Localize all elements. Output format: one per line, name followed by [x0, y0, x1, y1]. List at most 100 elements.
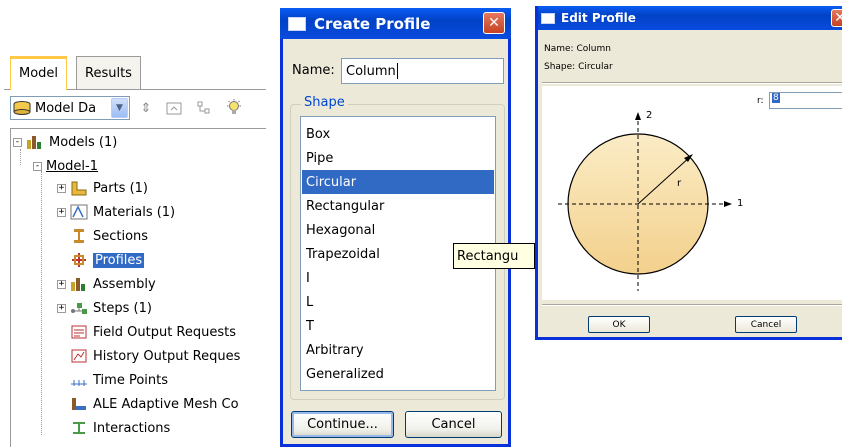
- model-tree-toolbar: Model Da ▼ ⇕: [10, 96, 266, 122]
- model-database-icon: [13, 101, 33, 115]
- materials-icon: [70, 204, 88, 220]
- time-points-icon: [70, 372, 88, 388]
- tree-node-label: Profiles: [93, 252, 145, 268]
- tree-node-field-output-requests[interactable]: Field Output Requests: [70, 321, 236, 343]
- shape-option[interactable]: L: [302, 290, 494, 314]
- profiles-icon: [70, 252, 88, 268]
- text-cursor: [396, 63, 398, 79]
- axis-1-arrow: [724, 201, 732, 207]
- interactions-icon: [70, 420, 88, 436]
- tree-connector: [41, 171, 42, 435]
- tab-results[interactable]: Results: [76, 56, 141, 89]
- tree-node-history-output-requests[interactable]: History Output Reques: [70, 345, 240, 367]
- profile-name-input[interactable]: Column: [341, 58, 504, 84]
- up-down-arrows-icon[interactable]: ⇕: [136, 98, 156, 118]
- sections-icon: [70, 228, 88, 244]
- radius-label: r: [677, 178, 682, 189]
- tree-node-models[interactable]: - Models (1): [13, 131, 117, 153]
- tree-node-label: Materials (1): [93, 204, 176, 220]
- separator: [542, 304, 842, 306]
- dialog-title: Edit Profile: [561, 11, 636, 25]
- parts-icon: [70, 180, 88, 196]
- shape-option[interactable]: I: [302, 266, 494, 290]
- collapse-icon[interactable]: -: [33, 161, 42, 171]
- tree-node-profiles[interactable]: Profiles: [70, 249, 145, 271]
- tree-node-steps[interactable]: + Steps (1): [57, 297, 152, 319]
- tree-node-label: Time Points: [93, 372, 168, 388]
- tree-node-parts[interactable]: + Parts (1): [57, 177, 148, 199]
- tree-node-label: Assembly: [93, 276, 156, 292]
- tree-node-label: Steps (1): [93, 300, 152, 316]
- close-icon[interactable]: ✕: [483, 12, 505, 34]
- shape-label: Shape: [301, 95, 348, 110]
- axis-2-label: 2: [646, 110, 653, 121]
- tree-node-label: Interactions: [93, 420, 171, 436]
- expand-tree-icon[interactable]: [164, 98, 184, 118]
- dialog-title: Create Profile: [314, 14, 431, 33]
- models-icon: [26, 134, 44, 150]
- chevron-down-icon[interactable]: ▼: [111, 98, 128, 118]
- tree-node-label: Parts (1): [93, 180, 148, 196]
- history-output-icon: [70, 348, 88, 364]
- axis-2-arrow: [635, 112, 641, 120]
- model-database-combo-value: Model Da: [35, 100, 97, 116]
- shape-option[interactable]: Rectangular: [302, 194, 494, 218]
- filter-tree-icon[interactable]: [194, 98, 214, 118]
- cancel-button[interactable]: Cancel: [405, 411, 502, 438]
- model-tree-panel: Model Results Model Da ▼ ⇕ - Models (1) …: [4, 56, 266, 447]
- tree-node-label: Models (1): [49, 134, 118, 150]
- expand-icon[interactable]: +: [57, 207, 66, 217]
- shape-option[interactable]: Generalized: [302, 362, 494, 386]
- separator: [542, 82, 842, 84]
- tree-node-materials[interactable]: + Materials (1): [57, 201, 175, 223]
- field-output-icon: [70, 324, 88, 340]
- axis-1-label: 1: [737, 198, 744, 209]
- expand-icon[interactable]: +: [57, 279, 66, 289]
- profile-preview-canvas: r: 8 2 1 r: [542, 86, 842, 300]
- steps-icon: [70, 300, 88, 316]
- profile-shape-text: Shape: Circular: [544, 62, 613, 72]
- model-tree-tabs: Model Results: [10, 56, 266, 90]
- tree-node-label: Sections: [93, 228, 149, 244]
- tree-node-label: History Output Reques: [93, 348, 241, 364]
- create-profile-dialog: Create Profile ✕ Name: Column Shape Box …: [280, 8, 511, 447]
- profile-name-value: Column: [346, 63, 396, 79]
- tab-model[interactable]: Model: [10, 56, 68, 90]
- edit-profile-dialog: Edit Profile ✕ Name: Column Shape: Circu…: [535, 6, 842, 340]
- window-icon: [288, 16, 306, 31]
- profile-name-text: Name: Column: [544, 44, 611, 54]
- tree-node-label: Model-1: [46, 158, 98, 174]
- shape-option[interactable]: Pipe: [302, 146, 494, 170]
- continue-button[interactable]: Continue...: [291, 411, 394, 438]
- tree-node-sections[interactable]: Sections: [70, 225, 148, 247]
- tree-node-assembly[interactable]: + Assembly: [57, 273, 156, 295]
- ale-mesh-icon: [70, 396, 88, 412]
- shape-option[interactable]: T: [302, 314, 494, 338]
- tree-node-label: ALE Adaptive Mesh Co: [93, 396, 239, 412]
- expand-icon[interactable]: +: [57, 303, 66, 313]
- shape-option-selected[interactable]: Circular: [302, 170, 494, 194]
- close-icon[interactable]: ✕: [831, 9, 842, 27]
- lightbulb-icon[interactable]: [224, 98, 244, 118]
- cancel-button[interactable]: Cancel: [735, 316, 797, 333]
- collapse-icon[interactable]: -: [13, 137, 22, 147]
- tree-node-model-1[interactable]: - Model-1: [33, 155, 98, 177]
- model-database-combo[interactable]: Model Da ▼: [10, 96, 130, 120]
- shape-tooltip: Rectangu: [453, 243, 535, 269]
- circular-profile-diagram: [558, 112, 732, 291]
- model-tree: - Models (1) - Model-1 + Parts (1) + Mat…: [10, 128, 266, 447]
- expand-icon[interactable]: +: [57, 183, 66, 193]
- assembly-icon: [70, 276, 88, 292]
- ok-button[interactable]: OK: [588, 316, 650, 333]
- name-label: Name:: [292, 63, 335, 78]
- shape-option[interactable]: Hexagonal: [302, 218, 494, 242]
- edit-profile-titlebar[interactable]: Edit Profile ✕: [538, 6, 842, 30]
- shape-option[interactable]: Arbitrary: [302, 338, 494, 362]
- tree-node-time-points[interactable]: Time Points: [70, 369, 168, 391]
- window-icon: [541, 12, 555, 24]
- tree-node-label: Field Output Requests: [93, 324, 237, 340]
- shape-option[interactable]: Box: [302, 122, 494, 146]
- tree-node-ale-adaptive-mesh[interactable]: ALE Adaptive Mesh Co: [70, 393, 239, 415]
- create-profile-titlebar[interactable]: Create Profile ✕: [280, 8, 511, 39]
- tree-node-interactions[interactable]: Interactions: [70, 417, 170, 439]
